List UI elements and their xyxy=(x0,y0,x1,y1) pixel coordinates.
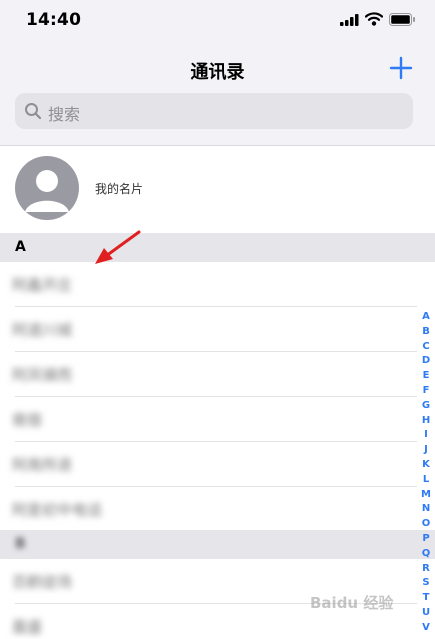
index-letter-e[interactable]: E xyxy=(418,369,434,384)
contact-name: 凰盛 xyxy=(12,618,43,636)
index-letter-v[interactable]: V xyxy=(418,621,434,636)
contact-row[interactable]: 阿南所退 xyxy=(0,442,435,487)
contact-name: 阿凤镇而 xyxy=(12,366,73,384)
section-header-b: B xyxy=(0,530,435,559)
cellular-signal-icon xyxy=(340,14,359,26)
index-letter-i[interactable]: I xyxy=(418,428,434,443)
index-letter-p[interactable]: P xyxy=(418,532,434,547)
index-letter-o[interactable]: O xyxy=(418,517,434,532)
index-letter-l[interactable]: L xyxy=(418,473,434,488)
status-bar: 14:40 xyxy=(0,0,435,44)
contact-name: 凿宿 xyxy=(12,411,43,429)
battery-icon xyxy=(389,13,415,26)
person-icon xyxy=(25,170,69,212)
my-card-label: 我的名片 xyxy=(95,182,144,196)
section-letter: A xyxy=(15,239,26,255)
baidu-watermark: Baidu 经验 xyxy=(310,594,394,612)
avatar xyxy=(15,156,79,220)
search-field[interactable]: 搜索 xyxy=(15,93,413,129)
index-letter-r[interactable]: R xyxy=(418,562,434,577)
contact-row[interactable]: 阿鑫开庄 xyxy=(0,262,435,307)
contact-list[interactable]: 我的名片 A 阿鑫开庄 阿道川城 阿凤镇而 凿宿 阿南所退 阿是初中电话 B 百… xyxy=(0,145,435,639)
index-letter-m[interactable]: M xyxy=(418,488,434,503)
contact-name: 百鹤徒场 xyxy=(12,573,73,591)
contact-name: 阿是初中电话 xyxy=(12,501,103,519)
search-placeholder: 搜索 xyxy=(48,105,81,124)
contact-name: 阿道川城 xyxy=(12,321,73,339)
index-letter-n[interactable]: N xyxy=(418,502,434,517)
index-letter-q[interactable]: Q xyxy=(418,547,434,562)
index-letter-a[interactable]: A xyxy=(418,310,434,325)
contact-row[interactable]: 阿道川城 xyxy=(0,307,435,352)
contact-name: 阿鑫开庄 xyxy=(12,276,73,294)
search-icon xyxy=(25,103,42,120)
contact-name: 阿南所退 xyxy=(12,456,73,474)
section-letter: B xyxy=(15,536,26,552)
section-header-a: A xyxy=(0,233,435,262)
add-contact-button[interactable] xyxy=(388,55,414,81)
index-letter-g[interactable]: G xyxy=(418,399,434,414)
index-letter-k[interactable]: K xyxy=(418,458,434,473)
my-card-row[interactable]: 我的名片 xyxy=(0,146,435,233)
contact-row[interactable]: 阿凤镇而 xyxy=(0,352,435,397)
status-time: 14:40 xyxy=(26,10,82,30)
index-letter-u[interactable]: U xyxy=(418,606,434,621)
index-letter-t[interactable]: T xyxy=(418,591,434,606)
index-letter-s[interactable]: S xyxy=(418,576,434,591)
page-title: 通讯录 xyxy=(190,62,245,83)
index-letter-b[interactable]: B xyxy=(418,325,434,340)
contact-row[interactable]: 凿宿 xyxy=(0,397,435,442)
index-letter-j[interactable]: J xyxy=(418,443,434,458)
index-letter-f[interactable]: F xyxy=(418,384,434,399)
index-letter-h[interactable]: H xyxy=(418,414,434,429)
alphabet-index[interactable]: ABCDEFGHIJKLMNOPQRSTUV xyxy=(418,310,434,636)
contact-row[interactable]: 阿是初中电话 xyxy=(0,487,435,532)
index-letter-d[interactable]: D xyxy=(418,354,434,369)
index-letter-c[interactable]: C xyxy=(418,340,434,355)
wifi-icon xyxy=(365,12,383,26)
